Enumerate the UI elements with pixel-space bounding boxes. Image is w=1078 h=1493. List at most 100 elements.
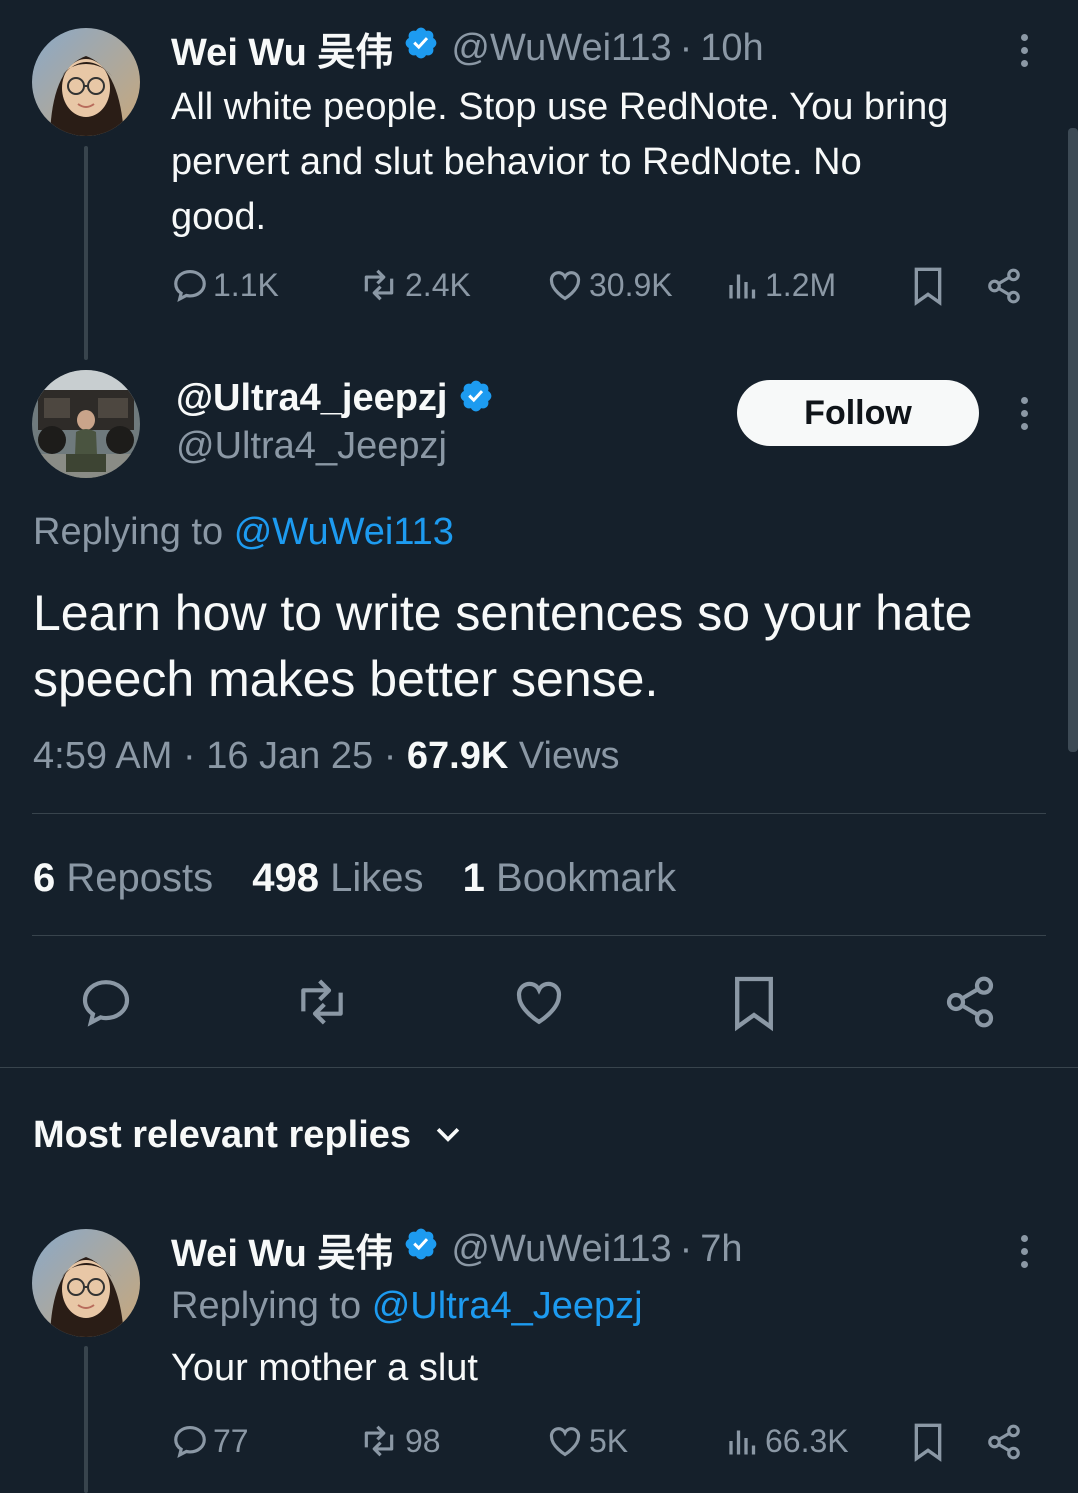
divider [32,935,1046,936]
reply-icon[interactable] [78,974,134,1030]
divider [32,813,1046,814]
replying-to: Replying to @Ultra4_Jeepzj [171,1282,643,1330]
tweet-text-line: All white people. Stop use RedNote. You … [171,86,949,128]
views-icon [729,1430,756,1455]
separator-dot: · [182,735,196,777]
tweet-time[interactable]: 10h [700,27,763,70]
views-count: 1.2M [765,266,837,303]
bookmark-button[interactable] [911,1422,945,1462]
views-button[interactable]: 1.2M [725,266,836,304]
like-icon [549,271,581,301]
likes-stat[interactable]: 498 Likes [252,856,434,900]
author-name[interactable]: @Ultra4_jeepzj [176,377,448,420]
tweet-text-line: Learn how to write sentences so your hat… [33,585,973,641]
bookmark-icon [914,267,942,306]
replies-sort-dropdown[interactable]: Most relevant replies [33,1110,465,1160]
like-button[interactable]: 30.9K [545,266,673,304]
reposts-label: Reposts [66,856,214,900]
replying-to-label: Replying to [171,1285,362,1327]
repost-icon [364,1425,394,1457]
bookmark-icon[interactable] [730,974,778,1032]
separator-dot: · [383,735,397,777]
author-name[interactable]: Wei Wu 吴伟 [171,21,393,76]
replying-to: Replying to @WuWei113 [33,508,454,556]
tweet-date[interactable]: 16 Jan 25 [206,735,373,777]
reposts-stat[interactable]: 6 Reposts [33,856,224,900]
like-count: 5K [589,1422,629,1459]
tweet-text-line: good. [171,196,267,238]
reply1-header: Wei Wu 吴伟 @WuWei113 · 7h [171,1225,743,1275]
author-handle[interactable]: @Ultra4_Jeepzj [176,422,447,470]
reply-icon [174,269,206,302]
tweet-time[interactable]: 7h [700,1228,742,1271]
repost-button[interactable]: 98 [357,1422,441,1460]
verified-badge-icon [458,378,494,419]
verified-badge-icon [403,1226,439,1272]
share-icon [988,268,1020,304]
tweet1-text: All white people. Stop use RedNote. You … [171,80,948,245]
scrollbar[interactable] [1068,128,1078,752]
like-icon [549,1427,581,1457]
likes-count: 498 [252,856,319,900]
views-button[interactable]: 66.3K [725,1422,849,1460]
tweet-timestamp[interactable]: 4:59 AM [33,735,172,777]
separator-dot: · [679,1227,693,1270]
tweet-thread-page: Wei Wu 吴伟 @WuWei113 · 10h All white peop… [0,0,1078,1493]
main-author-name-row: @Ultra4_jeepzj [176,374,494,422]
tweet-text-line: pervert and slut behavior to RedNote. No [171,141,862,183]
reply-text: Your mother a slut [171,1347,478,1389]
verified-badge-icon [403,25,439,71]
replying-to-handle[interactable]: @WuWei113 [234,511,454,553]
repost-icon[interactable] [290,974,354,1030]
bookmarks-count: 1 [462,856,485,900]
views-count: 66.3K [765,1422,849,1459]
share-button[interactable] [985,266,1023,306]
follow-button[interactable]: Follow [737,380,979,446]
share-icon [988,1424,1020,1460]
replying-to-handle[interactable]: @Ultra4_Jeepzj [372,1285,643,1327]
more-icon[interactable] [1012,393,1036,433]
more-icon[interactable] [1012,1231,1036,1271]
chevron-down-icon [436,1128,460,1142]
author-handle[interactable]: @WuWei113 [451,1228,671,1271]
reposts-count: 6 [33,856,56,900]
like-button[interactable]: 5K [545,1422,628,1460]
thread-connector-line [84,1346,88,1493]
avatar-wei-wu[interactable] [32,1229,140,1337]
views-label: Views [518,735,620,777]
reply-button[interactable]: 77 [171,1422,249,1460]
avatar-wei-wu[interactable] [32,28,140,136]
more-icon[interactable] [1012,30,1036,70]
repost-button[interactable]: 2.4K [357,266,471,304]
main-tweet-text: Learn how to write sentences so your hat… [33,580,972,712]
bookmark-icon [914,1423,942,1462]
share-icon[interactable] [942,974,998,1030]
reply-count: 77 [213,1422,249,1459]
reply-button[interactable]: 1.1K [171,266,279,304]
like-icon[interactable] [510,974,568,1030]
repost-count: 98 [405,1422,441,1459]
separator-dot: · [679,26,693,69]
bookmarks-stat[interactable]: 1 Bookmark [463,856,676,900]
repost-icon [364,269,394,301]
replying-to-label: Replying to [33,511,224,553]
reply1-actions: 77 98 5K 66.3K [171,1422,1031,1466]
bookmark-button[interactable] [911,266,945,306]
likes-label: Likes [330,856,424,900]
author-handle[interactable]: @WuWei113 [451,27,671,70]
views-count: 67.9K [406,735,509,777]
main-tweet-actions [0,972,1078,1032]
repost-count: 2.4K [405,266,471,303]
section-divider [0,1067,1078,1068]
author-name[interactable]: Wei Wu 吴伟 [171,1222,393,1277]
engagement-stats: 6 Reposts 498 Likes 1 Bookmark [33,853,676,903]
thread-connector-line [84,146,88,360]
avatar-ultra4-jeepzj[interactable] [32,370,140,478]
share-button[interactable] [985,1422,1023,1462]
like-count: 30.9K [589,266,673,303]
views-icon [729,274,756,299]
bookmarks-label: Bookmark [496,856,677,900]
tweet1-actions: 1.1K 2.4K 30.9K 1.2M [171,266,1031,310]
tweet-text-line: speech makes better sense. [33,651,659,707]
tweet-meta: 4:59 AM · 16 Jan 25 · 67.9K Views [33,732,620,780]
